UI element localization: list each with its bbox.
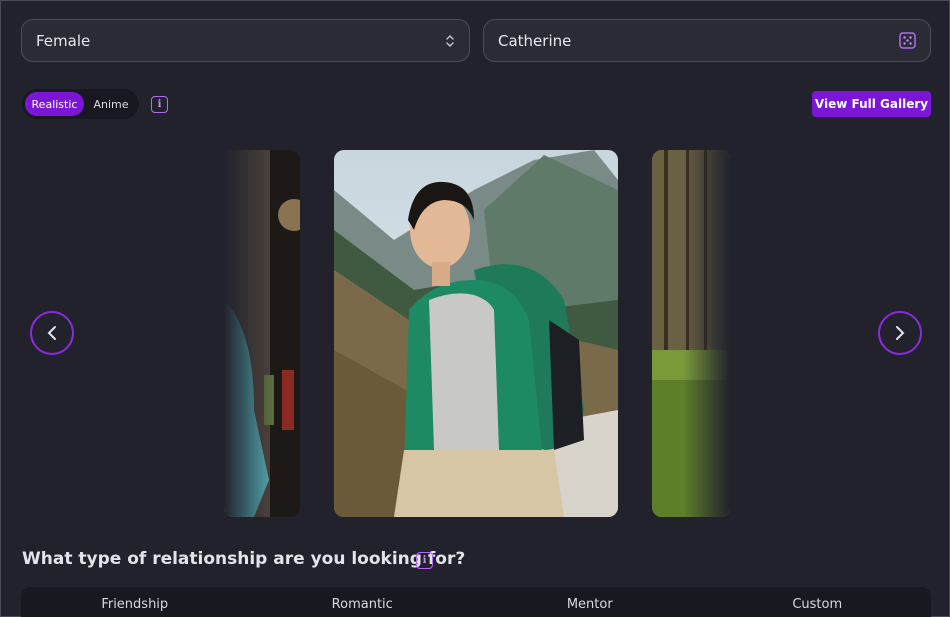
gender-select[interactable]: Female [21, 19, 470, 62]
info-icon[interactable]: i [416, 552, 433, 569]
dice-icon[interactable] [899, 32, 916, 49]
toggle-anime[interactable]: Anime [86, 92, 136, 116]
carousel-card-previous[interactable] [224, 150, 300, 517]
carousel-next-button[interactable] [878, 311, 922, 355]
gender-value: Female [36, 31, 91, 50]
relationship-option-custom[interactable]: Custom [704, 587, 932, 617]
photo-previous [224, 150, 300, 517]
relationship-option-friendship[interactable]: Friendship [21, 587, 249, 617]
relationship-options: Friendship Romantic Mentor Custom [21, 587, 931, 617]
info-icon[interactable]: i [151, 96, 168, 113]
name-value: Catherine [498, 31, 572, 50]
chevron-right-icon [896, 326, 905, 340]
style-toggle: Realistic Anime [22, 89, 139, 119]
carousel-card-current[interactable] [334, 150, 618, 517]
carousel-card-next[interactable] [652, 150, 730, 517]
photo-hiker [334, 150, 618, 517]
carousel-prev-button[interactable] [30, 311, 74, 355]
relationship-question: What type of relationship are you lookin… [22, 549, 466, 569]
chevron-left-icon [47, 326, 56, 340]
relationship-option-romantic[interactable]: Romantic [249, 587, 477, 617]
name-input[interactable]: Catherine [483, 19, 931, 62]
photo-next [652, 150, 730, 517]
chevron-up-down-icon [445, 33, 455, 49]
relationship-option-mentor[interactable]: Mentor [476, 587, 704, 617]
toggle-realistic[interactable]: Realistic [25, 92, 84, 116]
view-full-gallery-button[interactable]: View Full Gallery [812, 91, 931, 117]
